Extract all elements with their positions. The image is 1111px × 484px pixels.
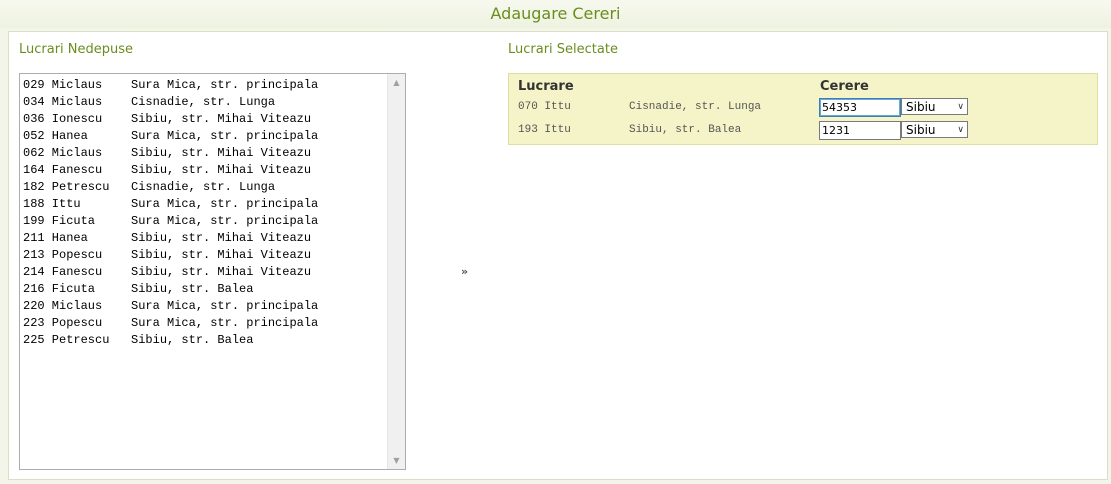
list-item[interactable]: 029 Miclaus Sura Mica, str. principala xyxy=(23,77,387,94)
unsubmitted-works-listbox[interactable]: 029 Miclaus Sura Mica, str. principala 0… xyxy=(19,73,406,470)
table-row: 070 Ittu Cisnadie, str. Lunga Sibiu ∨ xyxy=(509,97,1097,119)
listbox-items: 029 Miclaus Sura Mica, str. principala 0… xyxy=(23,77,387,349)
listbox-scrollbar[interactable]: ▲ ▼ xyxy=(387,74,405,469)
table-row: 193 Ittu Sibiu, str. Balea Sibiu ∨ xyxy=(509,120,1097,142)
list-item[interactable]: 213 Popescu Sibiu, str. Mihai Viteazu xyxy=(23,247,387,264)
judet-select-value: Sibiu xyxy=(906,123,936,137)
cerere-input[interactable] xyxy=(819,121,901,140)
list-item[interactable]: 052 Hanea Sura Mica, str. principala xyxy=(23,128,387,145)
judet-select[interactable]: Sibiu ∨ xyxy=(901,98,968,115)
header-lucrare: Lucrare xyxy=(518,79,574,94)
selected-works-table: Lucrare Cerere 070 Ittu Cisnadie, str. L… xyxy=(508,73,1098,145)
list-item[interactable]: 036 Ionescu Sibiu, str. Mihai Viteazu xyxy=(23,111,387,128)
row-lucrare: 070 Ittu xyxy=(518,101,571,113)
list-item[interactable]: 211 Hanea Sibiu, str. Mihai Viteazu xyxy=(23,230,387,247)
scroll-up-icon[interactable]: ▲ xyxy=(388,74,405,91)
list-item[interactable]: 034 Miclaus Cisnadie, str. Lunga xyxy=(23,94,387,111)
row-lucrare: 193 Ittu xyxy=(518,124,571,136)
list-item[interactable]: 214 Fanescu Sibiu, str. Mihai Viteazu xyxy=(23,264,387,281)
list-item[interactable]: 223 Popescu Sura Mica, str. principala xyxy=(23,315,387,332)
judet-select-value: Sibiu xyxy=(906,100,936,114)
list-item[interactable]: 225 Petrescu Sibiu, str. Balea xyxy=(23,332,387,349)
judet-select[interactable]: Sibiu ∨ xyxy=(901,121,968,138)
page-title: Adaugare Cereri xyxy=(0,0,1111,28)
list-item[interactable]: 216 Ficuta Sibiu, str. Balea xyxy=(23,281,387,298)
cerere-input[interactable] xyxy=(819,98,901,117)
chevron-down-icon: ∨ xyxy=(957,125,964,135)
row-address: Cisnadie, str. Lunga xyxy=(629,101,762,113)
list-item[interactable]: 164 Fanescu Sibiu, str. Mihai Viteazu xyxy=(23,162,387,179)
chevron-down-icon: ∨ xyxy=(957,102,964,112)
scroll-down-icon[interactable]: ▼ xyxy=(388,452,405,469)
row-address: Sibiu, str. Balea xyxy=(629,124,742,136)
list-item[interactable]: 199 Ficuta Sura Mica, str. principala xyxy=(23,213,387,230)
list-item[interactable]: 220 Miclaus Sura Mica, str. principala xyxy=(23,298,387,315)
list-item[interactable]: 062 Miclaus Sibiu, str. Mihai Viteazu xyxy=(23,145,387,162)
unsubmitted-works-title: Lucrari Nedepuse xyxy=(19,42,134,57)
list-item[interactable]: 188 Ittu Sura Mica, str. principala xyxy=(23,196,387,213)
selected-works-title: Lucrari Selectate xyxy=(508,42,618,57)
header-cerere: Cerere xyxy=(820,79,869,94)
move-to-selected-button[interactable]: » xyxy=(456,265,470,279)
main-panel: Lucrari Nedepuse Lucrari Selectate 029 M… xyxy=(8,31,1108,480)
list-item[interactable]: 182 Petrescu Cisnadie, str. Lunga xyxy=(23,179,387,196)
